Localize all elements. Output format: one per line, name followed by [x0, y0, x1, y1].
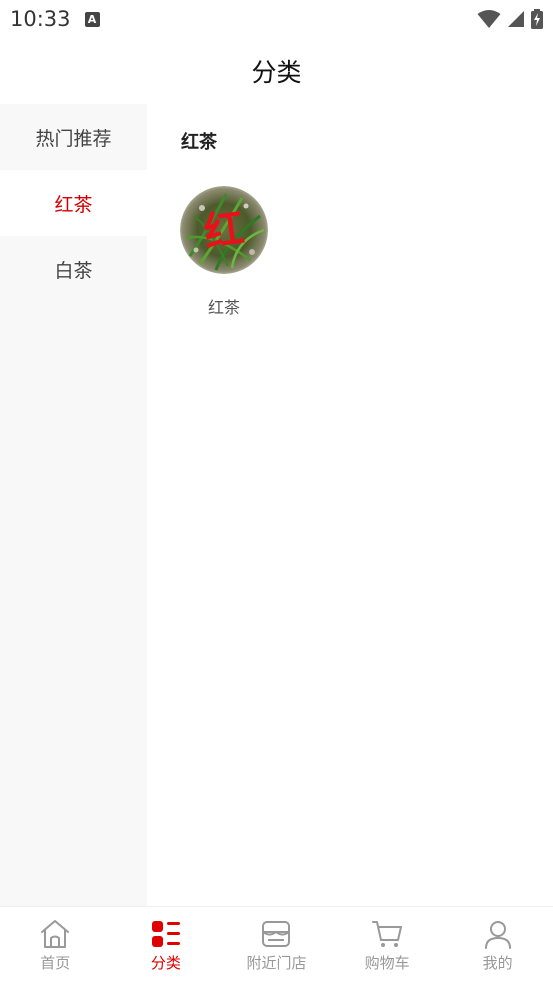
wifi-icon	[477, 10, 501, 28]
tab-label: 购物车	[364, 954, 410, 972]
tab-label: 我的	[482, 954, 513, 972]
title-bar: 分类	[0, 38, 553, 104]
sidebar-item-label: 白茶	[54, 259, 93, 282]
tab-profile[interactable]: 我的	[442, 907, 553, 985]
bottom-tab-bar: 首页 分类 附近门店 购物车 我的	[0, 906, 553, 985]
cart-icon	[372, 921, 403, 947]
notification-icon: A	[84, 11, 100, 27]
sidebar-item-hot[interactable]: 热门推荐	[0, 104, 147, 170]
tab-label: 分类	[150, 954, 181, 972]
status-right	[477, 9, 543, 29]
tab-label: 附近门店	[246, 954, 307, 972]
sidebar-item-label: 热门推荐	[35, 127, 112, 150]
battery-icon	[531, 9, 543, 29]
status-bar: 10:33 A	[0, 0, 553, 38]
category-icon	[151, 921, 180, 947]
home-icon	[41, 920, 70, 948]
sidebar-item-black-tea[interactable]: 红茶	[0, 170, 147, 236]
tab-label: 首页	[40, 954, 71, 972]
category-thumbnail-text: 红	[201, 204, 247, 256]
category-item-label: 红茶	[207, 298, 240, 317]
category-thumbnail: 红	[180, 186, 268, 274]
signal-icon	[508, 11, 524, 27]
sidebar-item-white-tea[interactable]: 白茶	[0, 236, 147, 302]
store-icon	[262, 921, 291, 947]
sidebar-item-label: 红茶	[54, 193, 93, 216]
tab-cart[interactable]: 购物车	[332, 907, 443, 985]
user-icon	[484, 921, 511, 949]
status-time: 10:33	[10, 7, 71, 31]
tab-category[interactable]: 分类	[111, 907, 222, 985]
tab-home[interactable]: 首页	[0, 907, 111, 985]
tab-nearby-stores[interactable]: 附近门店	[221, 907, 332, 985]
section-title: 红茶	[181, 132, 217, 153]
category-sidebar: 热门推荐 红茶 白茶	[0, 104, 147, 906]
category-item[interactable]: 红 红茶	[179, 186, 269, 318]
category-content: 红茶 红 红茶	[147, 104, 553, 906]
status-left: 10:33 A	[10, 7, 100, 31]
page-title: 分类	[251, 58, 302, 87]
